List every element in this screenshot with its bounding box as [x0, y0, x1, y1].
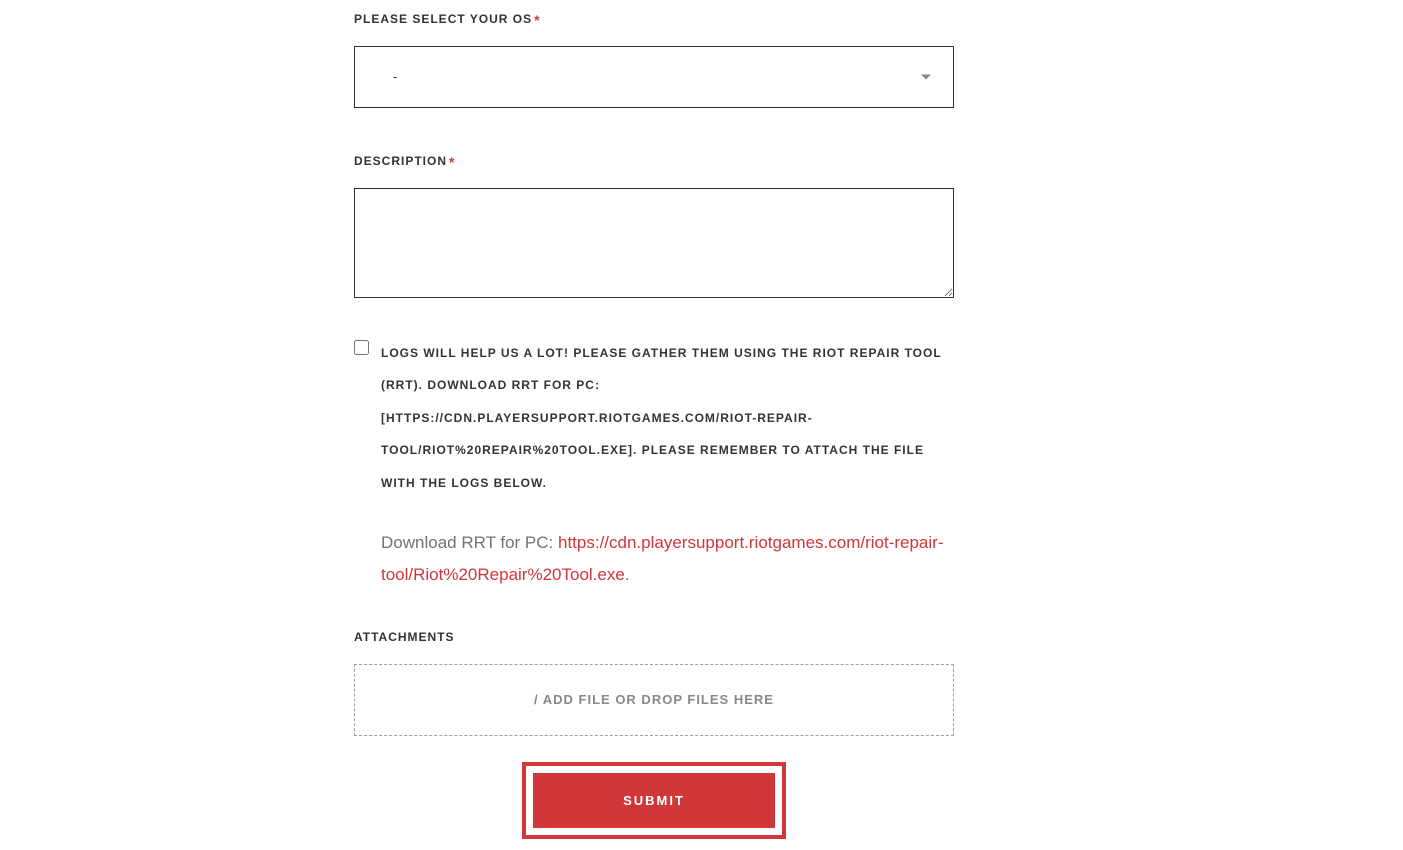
required-asterisk: *: [534, 12, 540, 28]
logs-checkbox[interactable]: [354, 340, 369, 355]
download-info-prefix: Download RRT for PC:: [381, 533, 558, 552]
description-textarea[interactable]: [354, 188, 954, 298]
description-label: DESCRIPTION*: [354, 154, 954, 170]
submit-frame: SUBMIT: [522, 762, 786, 839]
required-asterisk: *: [449, 154, 455, 170]
os-select-value: -: [355, 47, 953, 106]
description-label-text: DESCRIPTION: [354, 154, 447, 168]
logs-checkbox-label: LOGS WILL HELP US A LOT! PLEASE GATHER T…: [381, 337, 954, 499]
download-info: Download RRT for PC: https://cdn.players…: [381, 527, 954, 592]
download-info-suffix: .: [625, 565, 630, 584]
os-select-label-text: PLEASE SELECT YOUR OS: [354, 12, 532, 26]
submit-button[interactable]: SUBMIT: [533, 773, 775, 828]
form-container: PLEASE SELECT YOUR OS* - DESCRIPTION* LO…: [354, 0, 954, 839]
logs-checkbox-row: LOGS WILL HELP US A LOT! PLEASE GATHER T…: [354, 337, 954, 499]
os-select-label: PLEASE SELECT YOUR OS*: [354, 12, 954, 28]
chevron-down-icon: [921, 75, 931, 80]
attachments-dropzone[interactable]: / ADD FILE OR DROP FILES HERE: [354, 664, 954, 736]
os-select[interactable]: -: [354, 46, 954, 108]
dropzone-text: / ADD FILE OR DROP FILES HERE: [534, 692, 774, 707]
attachments-label: ATTACHMENTS: [354, 630, 954, 644]
submit-wrapper: SUBMIT: [354, 762, 954, 839]
